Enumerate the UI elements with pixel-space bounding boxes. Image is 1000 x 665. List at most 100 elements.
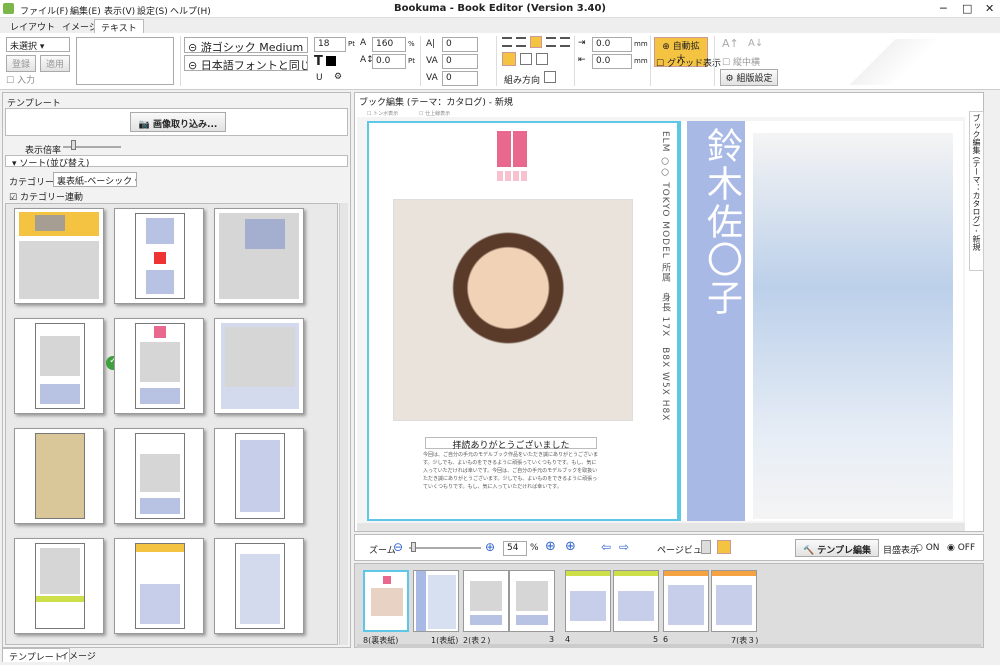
trim-marks-check[interactable]: ☐ トンボ表示 (367, 110, 398, 117)
fit-page-icon[interactable]: ⊕ (545, 539, 556, 554)
font-dropdown[interactable]: ⊝ 游ゴシック Medium ▾ (184, 37, 308, 53)
indent-field[interactable]: 0.0 (592, 37, 632, 52)
page-thumb[interactable] (413, 570, 459, 632)
zoom-out-icon[interactable]: ⊖ (393, 540, 403, 554)
page-thumb[interactable] (613, 570, 659, 632)
photo-block (140, 342, 180, 382)
category-dropdown[interactable]: 裏表紙-ベーシック ▾ (53, 172, 137, 187)
gear-small-icon[interactable]: ⚙ (334, 72, 342, 82)
zoom-track[interactable] (409, 547, 481, 549)
zoom-value-field[interactable]: 54 (503, 541, 527, 556)
page-thumb[interactable] (663, 570, 709, 632)
page-thumb[interactable] (711, 570, 757, 632)
model-photo-left[interactable] (393, 199, 633, 421)
close-icon[interactable]: ✕ (985, 2, 994, 15)
template-thumb[interactable] (14, 538, 104, 634)
selection-dropdown[interactable]: 未選択 ▾ (6, 37, 70, 52)
template-thumb[interactable] (14, 318, 104, 414)
page-label: 3 (549, 635, 555, 644)
template-thumb[interactable] (214, 318, 304, 414)
page-thumb[interactable] (463, 570, 509, 632)
grid-check[interactable]: ☐ グリッド表示 (656, 56, 721, 69)
spread-page-icon[interactable] (717, 540, 731, 554)
align-dist-icon[interactable] (560, 37, 570, 47)
text-tool-icon[interactable]: T (314, 54, 323, 69)
detail-settings-button[interactable]: ⚙ 組版設定 (720, 69, 778, 86)
align-justify-icon[interactable] (546, 37, 556, 47)
model-name[interactable]: 鈴木佐〇子 (695, 127, 747, 317)
photo-block (428, 575, 456, 629)
font-smaller-icon[interactable]: A↓ (748, 38, 763, 49)
zoom-in-icon[interactable]: ⊕ (485, 540, 495, 554)
zoom-slider-thumb[interactable] (71, 140, 76, 150)
input-check[interactable]: ☐ 入力 (6, 73, 35, 86)
category-value: 裏表紙-ベーシック (57, 177, 133, 187)
template-thumb[interactable] (14, 208, 104, 304)
template-edit-button[interactable]: 🔨 テンプレ編集 (795, 539, 879, 557)
page-shape (135, 323, 185, 409)
tab-image-bottom[interactable]: イメージ (54, 648, 102, 662)
align-left-icon[interactable] (502, 37, 512, 47)
maximize-icon[interactable]: □ (962, 2, 972, 15)
template-thumb[interactable] (114, 538, 204, 634)
apply-button[interactable]: 適用 (40, 55, 70, 72)
minimize-icon[interactable]: ─ (940, 2, 947, 15)
page-thumb[interactable] (363, 570, 409, 632)
shift-field[interactable]: 0 (442, 71, 478, 86)
scale-field[interactable]: 160 (372, 37, 406, 52)
page-shape (35, 323, 85, 409)
fit-width-icon[interactable]: ⊕ (565, 539, 576, 554)
valign-bottom-icon[interactable] (536, 53, 548, 65)
model-photo-right[interactable] (753, 133, 953, 519)
template-thumb[interactable] (14, 428, 104, 524)
horizontal-scrollbar[interactable] (357, 523, 965, 531)
tracking-field[interactable]: 0 (442, 54, 478, 69)
page-thumb[interactable] (509, 570, 555, 632)
jfont-dropdown[interactable]: ⊝ 日本語フォントと同じ ▾ (184, 55, 308, 71)
template-thumb[interactable] (214, 428, 304, 524)
finish-line-check[interactable]: ☐ 仕上線表示 (419, 110, 450, 117)
spacing-field[interactable]: 0.0 (372, 54, 406, 69)
kerning-field[interactable]: 0 (442, 37, 478, 52)
sort-bar[interactable]: ▾ ソート(並び替え) (5, 155, 348, 169)
table-block (470, 615, 502, 625)
right-page[interactable]: 鈴木佐〇子 (681, 121, 963, 521)
underline-icon[interactable]: U (316, 73, 323, 83)
single-page-icon[interactable] (701, 540, 711, 554)
template-thumb[interactable] (114, 428, 204, 524)
direction-icon[interactable] (544, 71, 556, 83)
thumb-scrollbar[interactable] (339, 203, 348, 645)
zoom-label-bottom: ズーム (369, 546, 396, 556)
align-right-icon[interactable] (530, 36, 542, 48)
font-larger-icon[interactable]: A↑ (722, 37, 739, 50)
strip-scrollbar[interactable] (357, 644, 981, 648)
import-image-button[interactable]: 📷 画像取り込み... (130, 112, 226, 132)
zoom-thumb[interactable] (411, 542, 416, 552)
category-label: カテゴリー (9, 178, 55, 188)
color-swatch-icon[interactable] (326, 56, 336, 66)
next-page-icon[interactable]: ⇨ (619, 540, 629, 554)
category-link-check[interactable]: ☑ カテゴリー連動 (9, 190, 83, 203)
gaiji-check[interactable]: ☐ 縦中横 (722, 55, 760, 68)
model-info[interactable]: ELM ○○ TOKYO MODEL 所属 身長 17X B8X W5X H8X (659, 131, 672, 421)
greeting-body[interactable]: 今回は、ご自分の手元のモデルブック作品をいただき誠にありがとうございます。少しで… (423, 451, 601, 501)
template-thumb[interactable] (114, 318, 204, 414)
tab-layout[interactable]: レイアウト (4, 19, 61, 33)
template-thumb[interactable] (214, 208, 304, 304)
left-page[interactable]: 拝読ありがとうございました 今回は、ご自分の手元のモデルブック作品をいただき誠に… (367, 121, 679, 521)
align-center-icon[interactable] (516, 37, 526, 47)
valign-top-icon[interactable] (502, 52, 516, 66)
template-thumb[interactable] (114, 208, 204, 304)
ruler-on-radio[interactable]: ○ ON (915, 543, 940, 553)
greeting-box[interactable]: 拝読ありがとうございました (425, 437, 597, 451)
valign-middle-icon[interactable] (520, 53, 532, 65)
ruler-off-radio[interactable]: ◉ OFF (947, 543, 975, 553)
page-thumb[interactable] (565, 570, 611, 632)
side-tab[interactable]: ブック編集 (テーマ：カタログ) - 新規 (969, 111, 984, 271)
tab-text[interactable]: テキスト (94, 19, 144, 34)
size-field[interactable]: 18 (314, 37, 346, 52)
register-button[interactable]: 登録 (6, 55, 36, 72)
template-thumb[interactable] (214, 538, 304, 634)
prev-page-icon[interactable]: ⇦ (601, 540, 611, 554)
line-gap-field[interactable]: 0.0 (592, 54, 632, 69)
